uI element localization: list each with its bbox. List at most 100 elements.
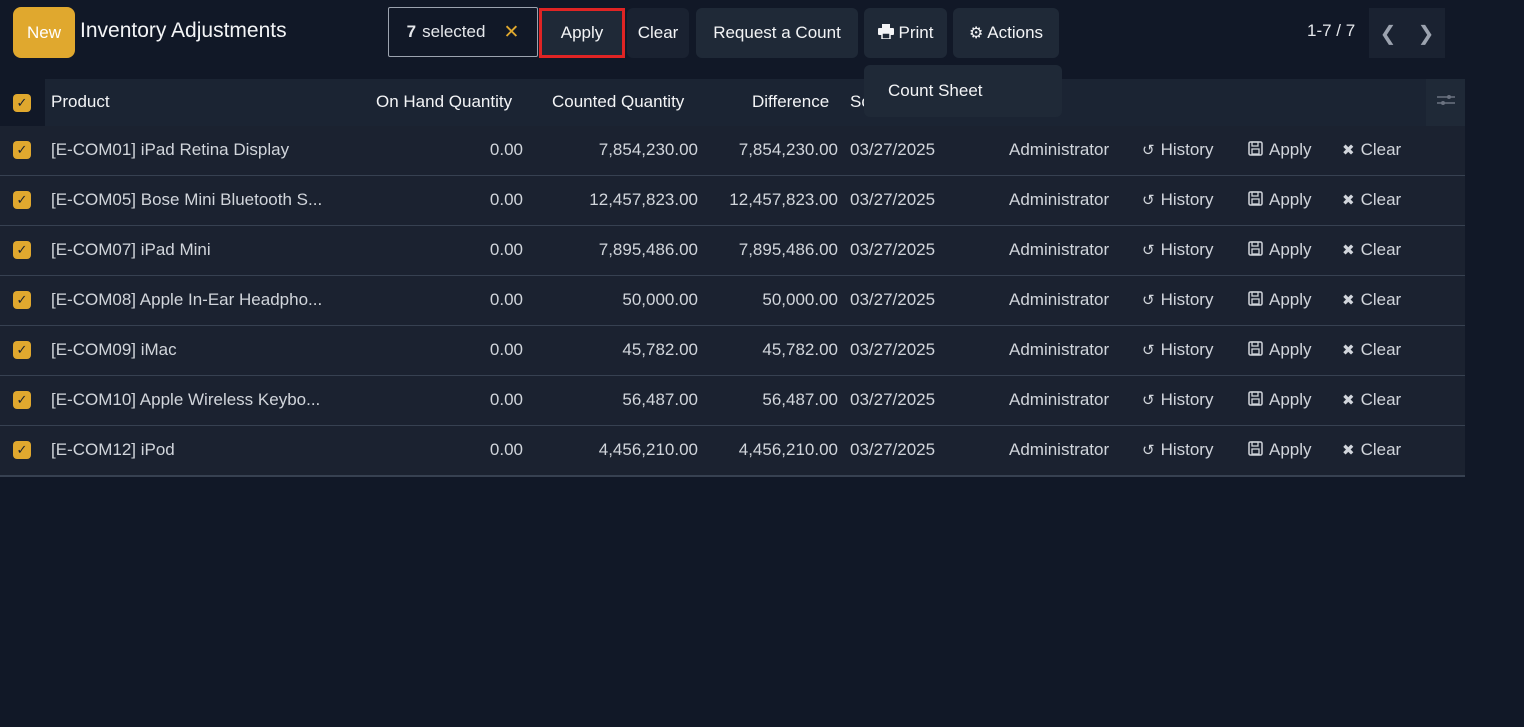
row-clear-button[interactable]: ✖ Clear <box>1342 290 1401 310</box>
column-difference[interactable]: Difference <box>752 92 829 112</box>
row-apply-button[interactable]: Apply <box>1248 390 1312 410</box>
history-button[interactable]: ↺ History <box>1142 340 1213 360</box>
row-checkbox[interactable]: ✓ <box>13 241 31 259</box>
history-icon: ↺ <box>1142 192 1155 209</box>
scheduled-date-cell[interactable]: 03/27/2025 <box>850 440 935 460</box>
history-icon: ↺ <box>1142 392 1155 409</box>
close-icon: ✖ <box>1342 242 1355 259</box>
clear-label: Clear <box>1360 240 1402 259</box>
clear-selected-button[interactable]: Clear <box>627 8 689 58</box>
row-clear-button[interactable]: ✖ Clear <box>1342 140 1401 160</box>
user-cell[interactable]: Administrator <box>1009 190 1109 210</box>
history-icon: ↺ <box>1142 142 1155 159</box>
user-cell[interactable]: Administrator <box>1009 140 1109 160</box>
clear-label: Clear <box>1360 340 1402 359</box>
scheduled-date-cell[interactable]: 03/27/2025 <box>850 140 935 160</box>
column-product[interactable]: Product <box>51 92 110 112</box>
counted-cell[interactable]: 45,782.00 <box>622 340 698 360</box>
column-counted[interactable]: Counted Quantity <box>552 92 684 112</box>
difference-cell: 56,487.00 <box>762 390 838 409</box>
table-row[interactable]: ✓ [E-COM10] Apple Wireless Keybo... 0.00… <box>0 376 1465 426</box>
select-all-checkbox[interactable]: ✓ <box>13 94 31 112</box>
save-icon <box>1248 290 1263 310</box>
request-count-button[interactable]: Request a Count <box>696 8 858 58</box>
row-apply-button[interactable]: Apply <box>1248 340 1312 360</box>
difference-cell: 4,456,210.00 <box>738 440 838 459</box>
column-on-hand[interactable]: On Hand Quantity <box>376 92 512 112</box>
table-body: ✓ [E-COM01] iPad Retina Display 0.00 7,8… <box>0 126 1465 476</box>
row-apply-button[interactable]: Apply <box>1248 440 1312 460</box>
row-clear-button[interactable]: ✖ Clear <box>1342 190 1401 210</box>
row-apply-button[interactable]: Apply <box>1248 190 1312 210</box>
product-cell[interactable]: [E-COM07] iPad Mini <box>51 240 211 260</box>
history-icon: ↺ <box>1142 292 1155 309</box>
counted-cell[interactable]: 7,854,230.00 <box>599 140 698 160</box>
history-button[interactable]: ↺ History <box>1142 190 1213 210</box>
inventory-table: ✓ Product On Hand Quantity Counted Quant… <box>0 79 1465 477</box>
row-checkbox[interactable]: ✓ <box>13 191 31 209</box>
user-cell[interactable]: Administrator <box>1009 390 1109 410</box>
product-cell[interactable]: [E-COM10] Apple Wireless Keybo... <box>51 390 320 410</box>
product-cell[interactable]: [E-COM12] iPod <box>51 440 175 460</box>
chevron-left-icon: ❮ <box>1379 22 1397 45</box>
user-cell[interactable]: Administrator <box>1009 240 1109 260</box>
row-clear-button[interactable]: ✖ Clear <box>1342 390 1401 410</box>
table-row[interactable]: ✓ [E-COM08] Apple In-Ear Headpho... 0.00… <box>0 276 1465 326</box>
history-button[interactable]: ↺ History <box>1142 140 1213 160</box>
new-button[interactable]: New <box>13 7 75 58</box>
scheduled-date-cell[interactable]: 03/27/2025 <box>850 240 935 260</box>
table-row[interactable]: ✓ [E-COM05] Bose Mini Bluetooth S... 0.0… <box>0 176 1465 226</box>
optional-columns-toggle[interactable] <box>1426 79 1465 126</box>
product-cell[interactable]: [E-COM09] iMac <box>51 340 177 360</box>
pager-previous-button[interactable]: ❮ <box>1369 8 1407 58</box>
history-button[interactable]: ↺ History <box>1142 390 1213 410</box>
actions-button[interactable]: ⚙ Actions <box>953 8 1059 58</box>
counted-cell[interactable]: 4,456,210.00 <box>599 440 698 460</box>
row-apply-button[interactable]: Apply <box>1248 240 1312 260</box>
unselect-all-icon[interactable]: ✕ <box>503 21 519 44</box>
row-apply-button[interactable]: Apply <box>1248 290 1312 310</box>
row-checkbox[interactable]: ✓ <box>13 141 31 159</box>
row-select-cell: ✓ <box>0 276 45 325</box>
history-button[interactable]: ↺ History <box>1142 440 1213 460</box>
product-cell[interactable]: [E-COM05] Bose Mini Bluetooth S... <box>51 190 322 210</box>
row-apply-button[interactable]: Apply <box>1248 140 1312 160</box>
user-cell[interactable]: Administrator <box>1009 440 1109 460</box>
row-clear-button[interactable]: ✖ Clear <box>1342 240 1401 260</box>
scheduled-date-cell[interactable]: 03/27/2025 <box>850 340 935 360</box>
close-icon: ✖ <box>1342 142 1355 159</box>
table-row[interactable]: ✓ [E-COM12] iPod 0.00 4,456,210.00 4,456… <box>0 426 1465 476</box>
table-row[interactable]: ✓ [E-COM07] iPad Mini 0.00 7,895,486.00 … <box>0 226 1465 276</box>
apply-label: Apply <box>1269 340 1312 359</box>
row-checkbox[interactable]: ✓ <box>13 391 31 409</box>
row-checkbox[interactable]: ✓ <box>13 341 31 359</box>
history-button[interactable]: ↺ History <box>1142 290 1213 310</box>
user-cell[interactable]: Administrator <box>1009 290 1109 310</box>
product-cell[interactable]: [E-COM08] Apple In-Ear Headpho... <box>51 290 322 310</box>
row-clear-button[interactable]: ✖ Clear <box>1342 340 1401 360</box>
table-row[interactable]: ✓ [E-COM01] iPad Retina Display 0.00 7,8… <box>0 126 1465 176</box>
pager-next-button[interactable]: ❯ <box>1407 8 1445 58</box>
counted-cell[interactable]: 56,487.00 <box>622 390 698 410</box>
clear-label: Clear <box>1360 140 1402 159</box>
print-button[interactable]: Print <box>864 8 947 58</box>
apply-label: Apply <box>1269 390 1312 409</box>
counted-cell[interactable]: 7,895,486.00 <box>599 240 698 260</box>
apply-label: Apply <box>1269 140 1312 159</box>
page-title: Inventory Adjustments <box>80 19 287 42</box>
menu-item-count-sheet[interactable]: Count Sheet <box>888 81 983 101</box>
scheduled-date-cell[interactable]: 03/27/2025 <box>850 390 935 410</box>
product-cell[interactable]: [E-COM01] iPad Retina Display <box>51 140 289 160</box>
pager-value[interactable]: 1-7 / 7 <box>1307 21 1355 41</box>
row-clear-button[interactable]: ✖ Clear <box>1342 440 1401 460</box>
row-checkbox[interactable]: ✓ <box>13 441 31 459</box>
row-checkbox[interactable]: ✓ <box>13 291 31 309</box>
counted-cell[interactable]: 12,457,823.00 <box>589 190 698 210</box>
user-cell[interactable]: Administrator <box>1009 340 1109 360</box>
history-button[interactable]: ↺ History <box>1142 240 1213 260</box>
table-row[interactable]: ✓ [E-COM09] iMac 0.00 45,782.00 45,782.0… <box>0 326 1465 376</box>
apply-selected-button[interactable]: Apply <box>539 8 625 58</box>
scheduled-date-cell[interactable]: 03/27/2025 <box>850 190 935 210</box>
counted-cell[interactable]: 50,000.00 <box>622 290 698 310</box>
scheduled-date-cell[interactable]: 03/27/2025 <box>850 290 935 310</box>
